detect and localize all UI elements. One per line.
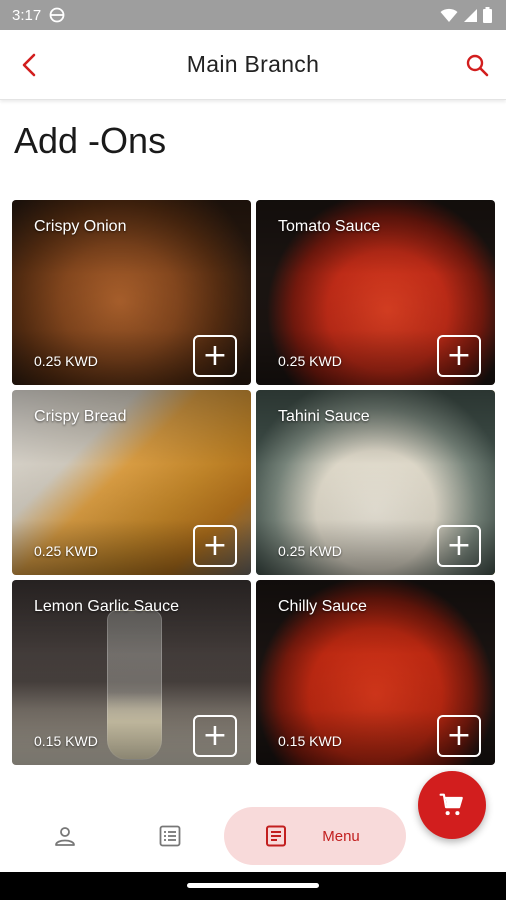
nav-menu-label: Menu <box>322 827 360 845</box>
nav-orders[interactable] <box>145 800 195 872</box>
app-header: Main Branch <box>0 30 506 100</box>
nav-profile[interactable] <box>40 800 90 872</box>
addon-price: 0.25 KWD <box>278 353 342 369</box>
add-button[interactable]: + <box>193 335 237 377</box>
add-button[interactable]: + <box>437 715 481 757</box>
system-gesture-bar <box>0 872 506 900</box>
addon-card-tomato-sauce[interactable]: Tomato Sauce 0.25 KWD + <box>256 200 495 385</box>
addon-name: Lemon Garlic Sauce <box>34 598 179 615</box>
wifi-icon <box>440 8 458 22</box>
search-icon <box>466 54 489 77</box>
addon-price: 0.25 KWD <box>278 543 342 559</box>
add-button[interactable]: + <box>437 525 481 567</box>
addon-price: 0.15 KWD <box>278 733 342 749</box>
plus-icon: + <box>202 718 228 753</box>
addons-grid: Crispy Onion 0.25 KWD + Tomato Sauce 0.2… <box>12 200 495 765</box>
addon-price: 0.25 KWD <box>34 353 98 369</box>
cart-icon <box>439 793 463 816</box>
addon-name: Crispy Onion <box>34 218 127 235</box>
addon-name: Tahini Sauce <box>278 408 370 425</box>
header-title: Main Branch <box>186 51 320 77</box>
plus-icon: + <box>202 338 228 373</box>
chevron-left-icon <box>22 53 36 77</box>
plus-icon: + <box>446 338 472 373</box>
document-icon <box>266 825 287 847</box>
cart-button[interactable] <box>418 771 486 839</box>
vpn-icon <box>49 7 65 23</box>
back-button[interactable] <box>14 50 44 80</box>
addon-card-crispy-bread[interactable]: Crispy Bread 0.25 KWD + <box>12 390 251 575</box>
addon-name: Tomato Sauce <box>278 218 381 235</box>
addon-name: Crispy Bread <box>34 408 127 425</box>
add-button[interactable]: + <box>193 715 237 757</box>
plus-icon: + <box>446 718 472 753</box>
plus-icon: + <box>202 528 228 563</box>
plus-icon: + <box>446 528 472 563</box>
nav-menu[interactable]: Menu <box>224 807 406 865</box>
addon-card-lemon-garlic-sauce[interactable]: Lemon Garlic Sauce 0.15 KWD + <box>12 580 251 765</box>
home-handle[interactable] <box>187 883 319 888</box>
person-icon <box>55 827 75 846</box>
signal-icon <box>464 8 477 22</box>
status-bar: 3:17 <box>0 0 506 30</box>
addon-card-crispy-onion[interactable]: Crispy Onion 0.25 KWD + <box>12 200 251 385</box>
addon-price: 0.15 KWD <box>34 733 98 749</box>
add-button[interactable]: + <box>193 525 237 567</box>
status-time: 3:17 <box>12 6 42 24</box>
addon-card-tahini-sauce[interactable]: Tahini Sauce 0.25 KWD + <box>256 390 495 575</box>
search-button[interactable] <box>462 50 492 80</box>
battery-icon <box>483 7 492 23</box>
addon-card-chilly-sauce[interactable]: Chilly Sauce 0.15 KWD + <box>256 580 495 765</box>
add-button[interactable]: + <box>437 335 481 377</box>
addon-price: 0.25 KWD <box>34 543 98 559</box>
list-icon <box>159 825 181 847</box>
page-title: Add -Ons <box>14 120 167 161</box>
addon-name: Chilly Sauce <box>278 598 367 615</box>
